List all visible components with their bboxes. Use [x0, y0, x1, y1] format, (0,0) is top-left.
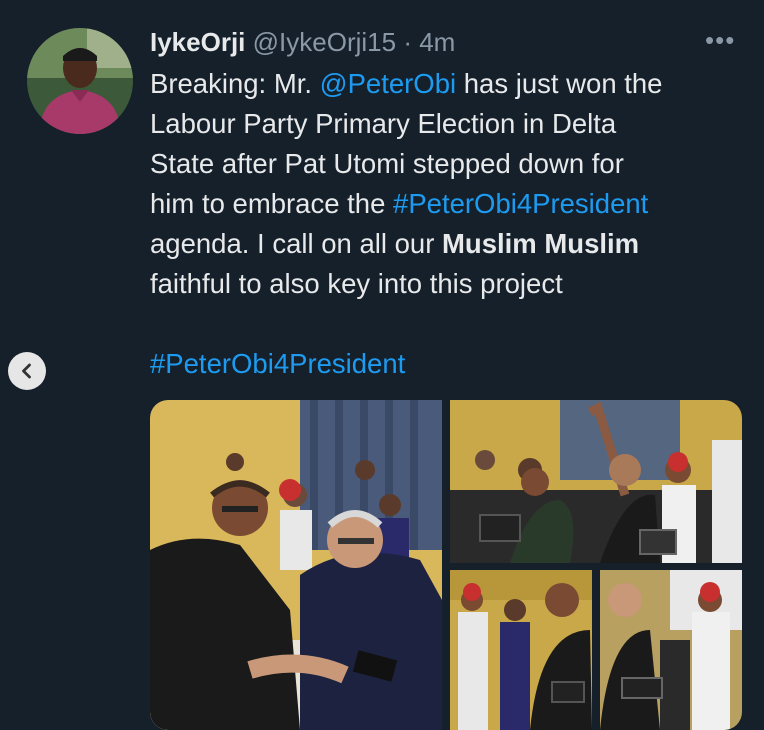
- text-segment: him to embrace the: [150, 188, 394, 219]
- hashtag-link[interactable]: #PeterObi4President: [393, 188, 648, 219]
- text-line: faithful to also key into this project: [150, 268, 563, 299]
- avatar[interactable]: [27, 28, 133, 134]
- more-horizontal-icon[interactable]: •••: [705, 26, 735, 54]
- text-segment: Breaking: Mr.: [150, 68, 320, 99]
- tweet-header: IykeOrji @IykeOrji15 · 4m: [150, 26, 455, 58]
- bold-text: Muslim Muslim: [442, 228, 640, 259]
- tweet-text: Breaking: Mr. @PeterObi has just won the…: [150, 64, 750, 304]
- text-segment: has just won the: [456, 68, 663, 99]
- photo-2[interactable]: [450, 400, 742, 563]
- back-button[interactable]: [8, 352, 46, 390]
- text-segment: agenda. I call on all our: [150, 228, 442, 259]
- text-line: Labour Party Primary Election in Delta: [150, 108, 617, 139]
- media-grid: [150, 400, 742, 730]
- chevron-left-icon: [22, 363, 31, 379]
- hashtag-link[interactable]: #PeterObi4President: [150, 344, 405, 384]
- separator: ·: [403, 27, 412, 57]
- mention-link[interactable]: @PeterObi: [320, 68, 456, 99]
- timestamp[interactable]: 4m: [419, 27, 455, 57]
- author-name[interactable]: IykeOrji: [150, 27, 245, 57]
- author-handle[interactable]: @IykeOrji15: [253, 27, 396, 57]
- photo-4[interactable]: [600, 570, 742, 730]
- photo-3[interactable]: [450, 570, 592, 730]
- photo-1[interactable]: [150, 400, 442, 730]
- text-line: State after Pat Utomi stepped down for: [150, 148, 624, 179]
